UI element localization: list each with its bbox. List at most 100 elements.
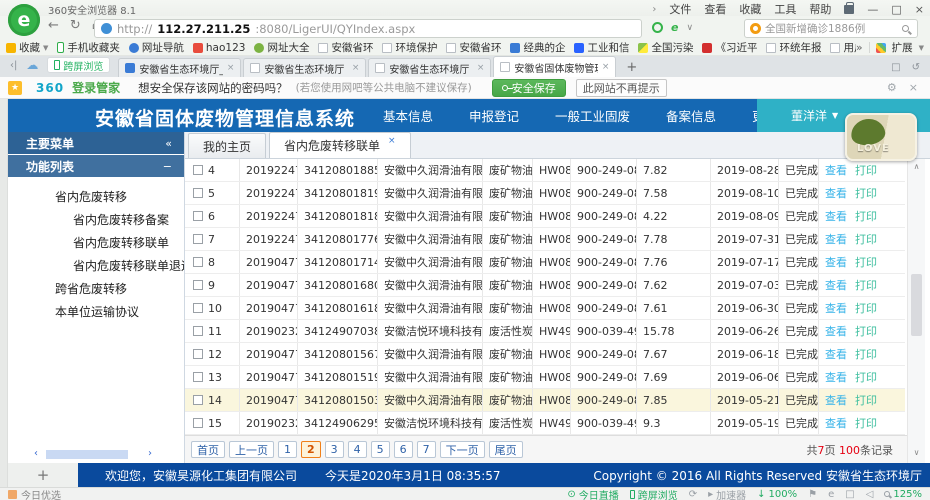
chevron-down-icon[interactable]: ∨	[686, 23, 693, 33]
print-link[interactable]: 打印	[855, 162, 877, 178]
page-number-button[interactable]: 1	[278, 441, 297, 458]
bookmark-item[interactable]: 网址导航	[129, 40, 184, 55]
search-box[interactable]: 全国新增确诊1886例	[744, 19, 918, 38]
page-number-button[interactable]: 3	[325, 441, 344, 458]
cross-screen-status[interactable]: 跨屏浏览	[630, 487, 678, 500]
nav-item[interactable]: 备案信息	[666, 106, 716, 125]
nav-item[interactable]: 申报登记	[469, 106, 519, 125]
view-link[interactable]: 查看	[825, 162, 847, 178]
row-checkbox[interactable]	[193, 257, 203, 267]
bookmark-item[interactable]: 手机收藏夹	[57, 40, 120, 55]
collapse-tabs-icon[interactable]: ‹|	[10, 60, 17, 71]
tab-close-icon[interactable]: ×	[227, 63, 235, 73]
sidebar-section-minus-icon[interactable]: −	[163, 160, 172, 173]
extensions-icon[interactable]	[876, 43, 886, 53]
view-link[interactable]: 查看	[825, 323, 847, 339]
bookmark-item[interactable]: 全国污染	[638, 40, 693, 55]
zoom-control[interactable]: 125%	[884, 489, 922, 500]
vscroll-thumb[interactable]	[911, 274, 922, 336]
bookmark-item[interactable]: 工业和信	[574, 40, 629, 55]
sidebar-collapse-icon[interactable]: «	[165, 137, 172, 150]
window-close-button[interactable]: ×	[915, 3, 924, 16]
bookmark-item[interactable]: 用户登陆	[830, 40, 855, 55]
save-password-button[interactable]: 安全保存	[492, 79, 566, 97]
sound-icon[interactable]: ◁	[866, 489, 874, 500]
bookmark-item[interactable]: 收藏▼	[6, 40, 48, 55]
bookmarks-overflow-icon[interactable]: »	[856, 41, 863, 54]
row-checkbox[interactable]	[193, 165, 203, 175]
window-menu-item[interactable]: 收藏	[739, 1, 761, 17]
refresh-icon[interactable]: ↻	[70, 18, 81, 33]
safety-check-icon[interactable]	[652, 22, 663, 33]
page-prev-button[interactable]: 上一页	[229, 441, 274, 458]
page-number-button[interactable]: 5	[371, 441, 390, 458]
tab-close-icon[interactable]: ×	[477, 63, 485, 73]
user-caret-icon[interactable]: ▼	[832, 111, 838, 120]
tab-my-home[interactable]: 我的主页	[188, 133, 266, 158]
page-number-button[interactable]: 4	[348, 441, 367, 458]
bookmark-item[interactable]: 《习近平	[702, 40, 757, 55]
row-checkbox[interactable]	[193, 280, 203, 290]
row-checkbox[interactable]	[193, 234, 203, 244]
tab-close-icon[interactable]: ×	[352, 63, 360, 73]
bookmark-item[interactable]: 安徽省环	[446, 40, 501, 55]
print-link[interactable]: 打印	[855, 323, 877, 339]
add-icon[interactable]: +	[37, 466, 50, 484]
content-tab-close-icon[interactable]: ×	[388, 136, 396, 146]
bookmark-item[interactable]: 环统年报	[766, 40, 821, 55]
daily-picks[interactable]: 今日优选	[8, 487, 61, 500]
print-link[interactable]: 打印	[855, 208, 877, 224]
address-bar[interactable]: http://112.27.211.25:8080/LigerUI/QYInde…	[94, 19, 642, 38]
row-checkbox[interactable]	[193, 188, 203, 198]
scroll-right-icon[interactable]: ›	[148, 448, 152, 459]
table-vscrollbar[interactable]: ∧ ∨	[907, 159, 925, 463]
row-checkbox[interactable]	[193, 303, 203, 313]
tab-close-icon[interactable]: ×	[602, 62, 610, 72]
new-tab-button[interactable]: +	[626, 60, 637, 75]
cloud-sync-icon[interactable]: ☁	[26, 59, 38, 71]
notification-close-icon[interactable]: ×	[909, 81, 918, 94]
scroll-up-icon[interactable]: ∧	[908, 162, 925, 171]
page-number-button[interactable]: 7	[417, 441, 436, 458]
page-last-button[interactable]: 尾页	[489, 441, 523, 458]
maximize-button[interactable]: □	[891, 3, 901, 16]
print-link[interactable]: 打印	[855, 369, 877, 385]
window-menu-item[interactable]: 查看	[704, 1, 726, 17]
browser-tab[interactable]: 安徽省固体废物管理信息系统×	[493, 56, 616, 77]
print-link[interactable]: 打印	[855, 392, 877, 408]
print-link[interactable]: 打印	[855, 185, 877, 201]
view-link[interactable]: 查看	[825, 369, 847, 385]
view-link[interactable]: 查看	[825, 277, 847, 293]
flag-icon[interactable]: ⚑	[808, 489, 817, 500]
row-checkbox[interactable]	[193, 349, 203, 359]
row-checkbox[interactable]	[193, 372, 203, 382]
sidebar-header[interactable]: 主要菜单 «	[8, 132, 184, 154]
live-today[interactable]: ⊙今日直播	[567, 487, 618, 500]
extensions-label[interactable]: 扩展	[892, 40, 913, 55]
bookmark-item[interactable]: hao123	[193, 42, 246, 54]
window-menu-item[interactable]: 工具	[774, 1, 796, 17]
bookmark-item[interactable]: 经典的企	[510, 40, 565, 55]
hscroll-thumb[interactable]	[46, 450, 128, 459]
row-checkbox[interactable]	[193, 211, 203, 221]
window-menu-item[interactable]: 帮助	[809, 1, 831, 17]
row-checkbox[interactable]	[193, 418, 203, 428]
username[interactable]: 董洋洋	[791, 107, 827, 124]
cross-screen-button[interactable]: 跨屏浏览	[47, 57, 110, 73]
search-icon[interactable]	[902, 25, 909, 32]
page-first-button[interactable]: 首页	[191, 441, 225, 458]
notification-settings-icon[interactable]: ⚙	[887, 81, 897, 94]
nav-item[interactable]: 基本信息	[383, 106, 433, 125]
scroll-down-icon[interactable]: ∨	[908, 448, 925, 457]
browser-tab[interactable]: 安徽省生态环境厅_百度搜索×	[118, 58, 241, 77]
print-link[interactable]: 打印	[855, 277, 877, 293]
trace-mode-icon[interactable]: ⟳	[689, 489, 697, 500]
search-suggestion[interactable]: 全国新增确诊1886例	[765, 21, 898, 36]
reopen-closed-tab-icon[interactable]: ↺	[912, 62, 920, 73]
sidebar-item[interactable]: 跨省危废转移	[8, 278, 184, 301]
row-checkbox[interactable]	[193, 326, 203, 336]
back-icon[interactable]: ←	[48, 18, 59, 33]
network-speed[interactable]: ↓100%	[757, 489, 797, 500]
ie-mode-icon[interactable]: e	[828, 489, 834, 500]
print-link[interactable]: 打印	[855, 300, 877, 316]
